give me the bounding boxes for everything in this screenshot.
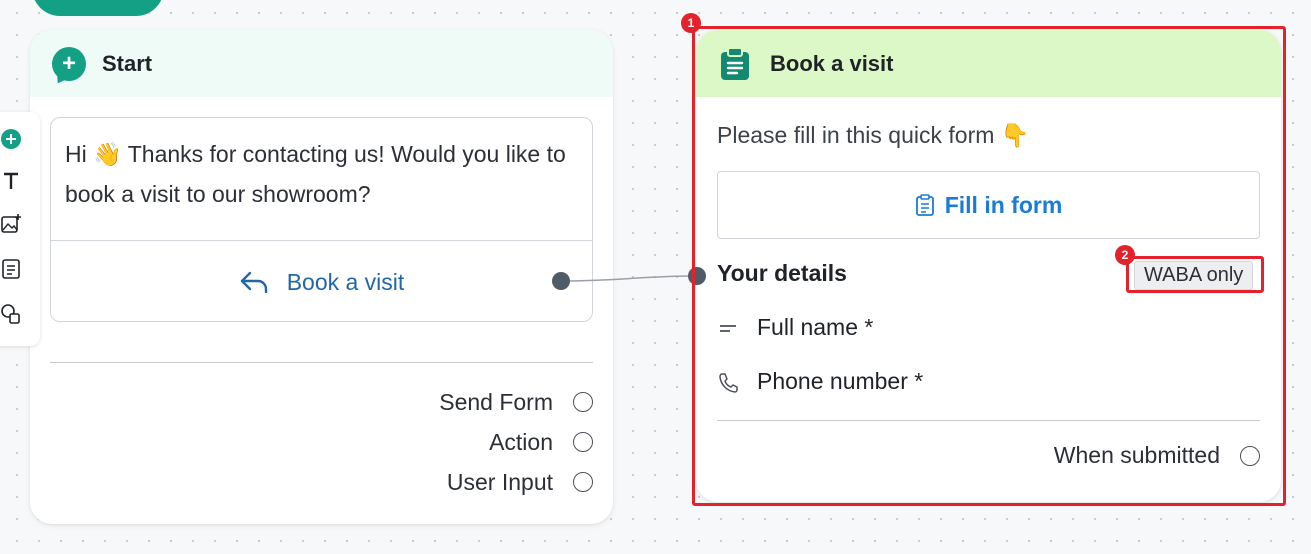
reply-button-label: Book a visit — [286, 268, 405, 295]
output-user-input[interactable]: User Input — [439, 462, 593, 502]
highlight-box-2 — [1126, 256, 1264, 293]
highlight-number-2: 2 — [1115, 245, 1135, 265]
text-icon[interactable] — [0, 170, 22, 192]
shapes-icon[interactable] — [0, 303, 22, 325]
output-port[interactable] — [573, 432, 593, 452]
start-outputs: Send Form Action User Input — [439, 382, 593, 502]
image-icon[interactable] — [0, 213, 22, 235]
list-icon[interactable] — [0, 258, 22, 280]
output-label: Send Form — [439, 388, 553, 415]
start-divider — [50, 362, 593, 363]
message-text: Hi 👋 Thanks for contacting us! Would you… — [65, 141, 566, 207]
start-node-header: + Start — [30, 30, 613, 97]
message-box[interactable]: Hi 👋 Thanks for contacting us! Would you… — [50, 117, 593, 322]
start-node-title: Start — [102, 50, 153, 76]
reply-arrow-icon — [240, 271, 267, 293]
output-label: Action — [489, 428, 553, 455]
book-visit-reply-button[interactable]: Book a visit — [51, 241, 592, 323]
output-port[interactable] — [573, 472, 593, 492]
node-toolbar — [0, 112, 40, 346]
output-send-form[interactable]: Send Form — [439, 382, 593, 422]
start-node-card[interactable]: + Start Hi 👋 Thanks for contacting us! W… — [30, 30, 613, 524]
chat-plus-icon: + — [52, 46, 86, 81]
output-port[interactable] — [573, 392, 593, 412]
output-action[interactable]: Action — [439, 422, 593, 462]
add-icon[interactable] — [0, 128, 22, 150]
top-node-pill[interactable] — [32, 0, 164, 16]
highlight-number-1: 1 — [681, 13, 701, 33]
output-label: User Input — [446, 468, 553, 495]
